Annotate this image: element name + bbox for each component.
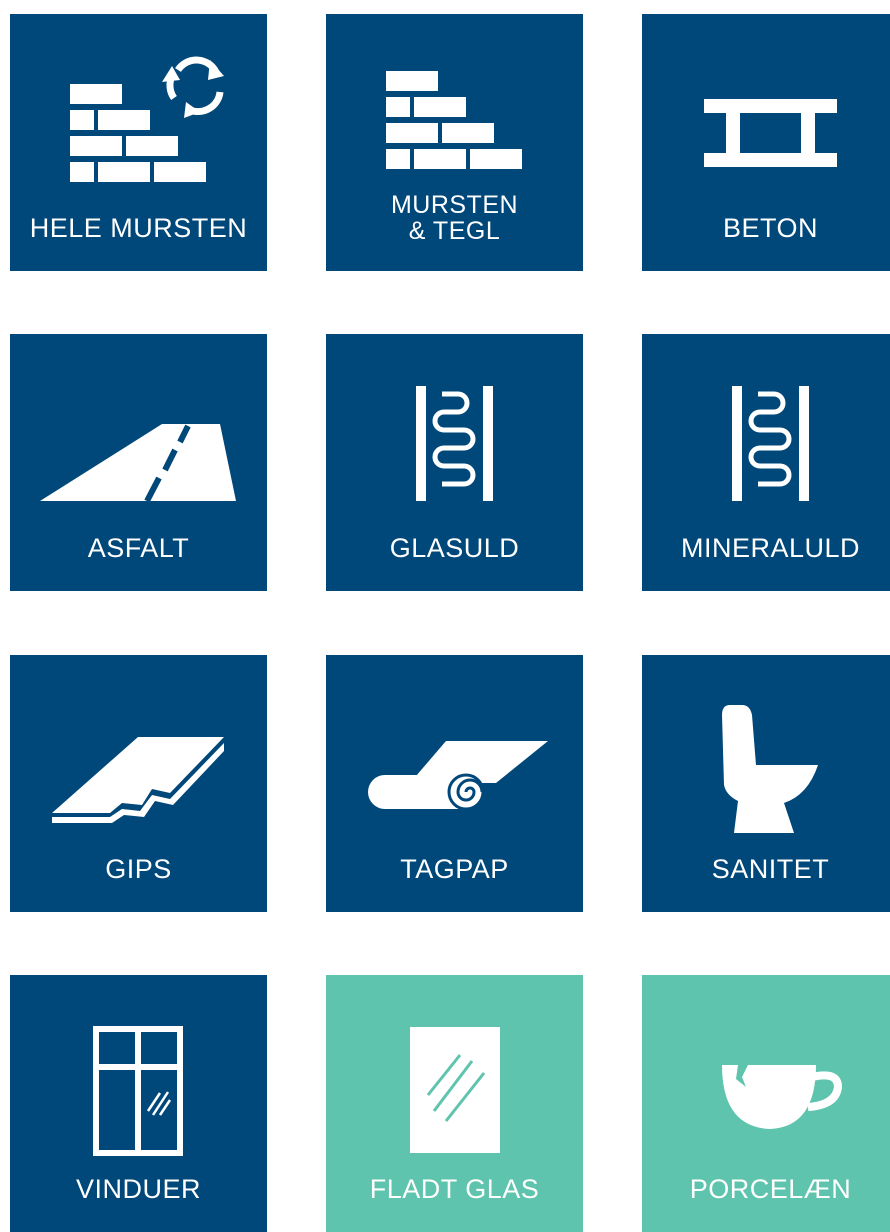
tile-label: SANITET bbox=[711, 854, 830, 884]
tile-label: GLASULD bbox=[389, 533, 520, 563]
tile-label: GIPS bbox=[105, 854, 172, 884]
broken-cup-icon bbox=[642, 975, 890, 1165]
tile-label: MINERALULD bbox=[680, 533, 861, 563]
tile-label-line2: & TEGL bbox=[408, 217, 501, 245]
tile-mineraluld[interactable]: MINERALULD bbox=[642, 334, 890, 591]
tile-vinduer[interactable]: VINDUER bbox=[10, 975, 267, 1232]
tile-porcelaen[interactable]: PORCELÆN bbox=[642, 975, 890, 1232]
road-icon bbox=[10, 334, 267, 524]
toilet-icon bbox=[642, 655, 890, 845]
tile-label: PORCELÆN bbox=[689, 1174, 852, 1204]
window-icon bbox=[10, 975, 267, 1165]
beam-icon bbox=[642, 14, 890, 204]
tile-gips[interactable]: GIPS bbox=[10, 655, 267, 912]
tile-label-line1: MURSTEN bbox=[390, 191, 519, 219]
bricks-icon bbox=[326, 14, 583, 204]
tile-label: TAGPAP bbox=[400, 854, 509, 884]
tile-label: HELE MURSTEN bbox=[29, 213, 248, 243]
tile-mursten-tegl[interactable]: MURSTEN & TEGL bbox=[326, 14, 583, 271]
plasterboard-icon bbox=[10, 655, 267, 845]
tile-asfalt[interactable]: ASFALT bbox=[10, 334, 267, 591]
tile-hele-mursten[interactable]: HELE MURSTEN bbox=[10, 14, 267, 271]
tile-label: FLADT GLAS bbox=[369, 1174, 540, 1204]
tile-label: BETON bbox=[722, 213, 819, 243]
roofing-roll-icon bbox=[326, 655, 583, 845]
bricks-recycle-icon bbox=[10, 14, 267, 204]
tile-label: ASFALT bbox=[87, 533, 190, 563]
flat-glass-icon bbox=[326, 975, 583, 1165]
tile-label: MURSTEN & TEGL bbox=[326, 192, 583, 244]
tile-label: VINDUER bbox=[75, 1174, 201, 1204]
insulation-icon bbox=[642, 334, 890, 524]
tile-tagpap[interactable]: TAGPAP bbox=[326, 655, 583, 912]
insulation-icon bbox=[326, 334, 583, 524]
tile-glasuld[interactable]: GLASULD bbox=[326, 334, 583, 591]
tile-beton[interactable]: BETON bbox=[642, 14, 890, 271]
tile-sanitet[interactable]: SANITET bbox=[642, 655, 890, 912]
tile-fladt-glas[interactable]: FLADT GLAS bbox=[326, 975, 583, 1232]
